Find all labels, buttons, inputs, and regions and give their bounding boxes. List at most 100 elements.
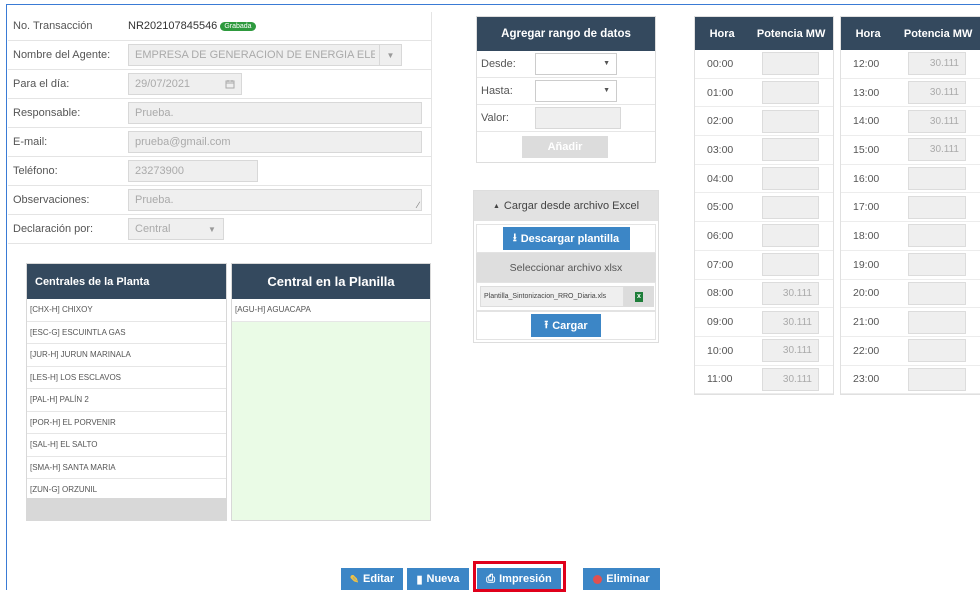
potencia-input[interactable]	[908, 367, 966, 391]
download-icon: ⭳	[512, 232, 517, 244]
new-button[interactable]: ▮ Nueva	[407, 568, 469, 590]
dia-input[interactable]: 29/07/2021	[128, 73, 242, 95]
responsable-input[interactable]: Prueba.	[128, 102, 422, 124]
telefono-value: 23273900	[135, 165, 184, 177]
declaracion-select[interactable]: Central ▼	[128, 218, 224, 240]
hour-row: 13:00 30.111	[841, 79, 980, 108]
minus-circle-icon	[593, 574, 603, 584]
hour-label: 23:00	[853, 373, 880, 386]
excel-header-label: Cargar desde archivo Excel	[503, 200, 640, 212]
download-button-label: Descargar plantilla	[520, 232, 620, 245]
row-hasta: Hasta:	[477, 78, 655, 105]
agente-label: Nombre del Agente:	[13, 49, 111, 61]
potencia-input[interactable]	[762, 109, 819, 133]
list-item[interactable]: [SAL-H] EL SALTO	[27, 434, 226, 457]
potencia-input[interactable]: 30.111	[762, 367, 819, 391]
responsable-value: Prueba.	[135, 107, 174, 119]
row-agente: Nombre del Agente: EMPRESA DE GENERACION…	[8, 41, 432, 70]
hora-header: Hora	[855, 27, 881, 40]
potencia-input[interactable]: 30.111	[908, 109, 966, 133]
potencia-input[interactable]	[908, 195, 966, 219]
chevron-down-icon: ▼	[379, 45, 401, 65]
hour-label: 11:00	[707, 373, 733, 386]
telefono-field[interactable]: 23273900	[128, 160, 258, 182]
valor-label: Valor:	[481, 112, 509, 124]
hour-label: 07:00	[707, 258, 734, 271]
observaciones-label: Observaciones:	[13, 194, 90, 206]
hour-label: 15:00	[853, 143, 880, 156]
hour-row: 01:00	[695, 79, 833, 108]
potencia-input[interactable]	[762, 195, 819, 219]
potencia-input[interactable]	[908, 281, 966, 305]
hour-row: 21:00	[841, 308, 980, 337]
potencia-input[interactable]	[762, 167, 819, 191]
valor-input[interactable]	[535, 107, 621, 129]
potencia-input[interactable]	[908, 224, 966, 248]
list-item[interactable]: [PAL-H] PALÍN 2	[27, 389, 226, 412]
observaciones-textarea[interactable]: Prueba. ∕	[128, 189, 422, 211]
potencia-input[interactable]: 30.111	[762, 339, 819, 363]
hour-row: 06:00	[695, 222, 833, 251]
email-field[interactable]: prueba@gmail.com	[128, 131, 422, 153]
potencia-input[interactable]: 30.111	[762, 310, 819, 334]
hour-label: 17:00	[853, 201, 880, 214]
upload-button-label: Cargar	[552, 319, 588, 332]
hours-header-right: Hora Potencia MW	[841, 17, 980, 50]
agente-select[interactable]: EMPRESA DE GENERACION DE ENERGIA ELECTF …	[128, 44, 402, 66]
transaction-form: No. Transacción NR202107845546 Grabada N…	[8, 12, 432, 244]
new-button-label: Nueva	[426, 573, 460, 585]
resize-handle-icon[interactable]: ∕	[417, 200, 419, 210]
excel-body: ⭳ Descargar plantilla Seleccionar archiv…	[474, 221, 658, 343]
desde-select[interactable]	[535, 53, 617, 75]
potencia-input[interactable]	[762, 52, 819, 76]
list-item[interactable]: [JUR-H] JURUN MARINALA	[27, 344, 226, 367]
telefono-label: Teléfono:	[13, 165, 58, 177]
hour-row: 19:00	[841, 251, 980, 280]
potencia-input[interactable]	[908, 167, 966, 191]
excel-file-icon[interactable]: x	[624, 286, 654, 307]
upload-button[interactable]: ⭱ Cargar	[531, 314, 601, 337]
hasta-select[interactable]	[535, 80, 617, 102]
edit-button-label: Editar	[363, 573, 395, 585]
responsable-label: Responsable:	[13, 107, 81, 119]
row-add: Añadir	[477, 132, 655, 162]
upload-row: ⭱ Cargar	[476, 311, 656, 340]
delete-button-label: Eliminar	[606, 573, 650, 585]
download-template-button[interactable]: ⭳ Descargar plantilla	[502, 227, 630, 250]
calendar-icon[interactable]	[219, 74, 241, 94]
list-item[interactable]: [AGU-H] AGUACAPA	[232, 299, 430, 322]
select-file-button[interactable]: Seleccionar archivo xlsx	[476, 253, 656, 282]
upload-icon: ⭱	[544, 319, 549, 331]
list-item[interactable]: [POR-H] EL PORVENIR	[27, 412, 226, 434]
hour-row: 18:00	[841, 222, 980, 251]
hour-label: 04:00	[707, 172, 734, 185]
delete-button[interactable]: Eliminar	[583, 568, 660, 590]
potencia-input[interactable]: 30.111	[908, 81, 966, 105]
potencia-input[interactable]: 30.111	[762, 281, 819, 305]
list-item[interactable]: [CHX-H] CHIXOY	[27, 299, 226, 322]
hour-label: 12:00	[853, 57, 880, 70]
excel-header[interactable]: ▲ Cargar desde archivo Excel	[474, 191, 658, 221]
potencia-input[interactable]: 30.111	[908, 52, 966, 76]
list-item[interactable]: [LES-H] LOS ESCLAVOS	[27, 367, 226, 389]
add-button[interactable]: Añadir	[522, 136, 608, 158]
hour-label: 18:00	[853, 229, 880, 242]
file-row: Plantilla_Sintonizacion_RRO_Diaria.xls x	[476, 282, 656, 311]
potencia-input[interactable]	[762, 138, 819, 162]
hour-row: 15:00 30.111	[841, 136, 980, 165]
dia-label: Para el día:	[13, 78, 70, 90]
potencia-input[interactable]	[908, 310, 966, 334]
potencia-input[interactable]	[908, 339, 966, 363]
list-item[interactable]: [SMA-H] SANTA MARIA	[27, 457, 226, 479]
potencia-input[interactable]	[908, 253, 966, 277]
potencia-input[interactable]	[762, 224, 819, 248]
hour-row: 03:00	[695, 136, 833, 165]
hour-label: 16:00	[853, 172, 880, 185]
edit-button[interactable]: ✎ Editar	[341, 568, 403, 590]
hour-label: 13:00	[853, 86, 880, 99]
excel-panel: ▲ Cargar desde archivo Excel ⭳ Descargar…	[473, 190, 659, 343]
potencia-input[interactable]: 30.111	[908, 138, 966, 162]
list-item[interactable]: [ESC-G] ESCUINTLA GAS	[27, 322, 226, 344]
potencia-input[interactable]	[762, 253, 819, 277]
potencia-input[interactable]	[762, 81, 819, 105]
